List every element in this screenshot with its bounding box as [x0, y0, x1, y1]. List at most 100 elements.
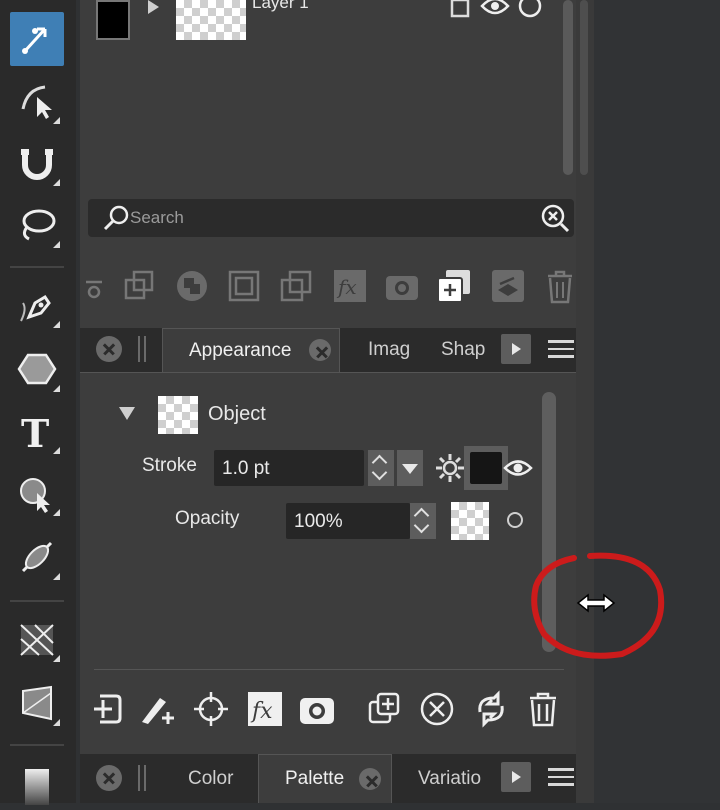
camera-icon: [300, 698, 334, 724]
layer-controls: [446, 0, 544, 20]
snapshot-button[interactable]: [296, 686, 338, 732]
search-input[interactable]: Search: [130, 208, 184, 228]
layer-actions: fx: [80, 262, 576, 312]
eye-icon[interactable]: [503, 455, 533, 481]
layer-name[interactable]: Layer 1: [252, 0, 309, 13]
stroke-width-stepper[interactable]: [368, 450, 394, 486]
opacity-stepper[interactable]: [410, 503, 436, 539]
add-attribute-button[interactable]: [88, 686, 130, 732]
layer-stack-button[interactable]: [488, 262, 528, 310]
delete-layer-button[interactable]: [540, 262, 580, 310]
close-panel-icon[interactable]: [96, 336, 122, 362]
resize-cursor-icon: [576, 593, 616, 613]
perspective-tool[interactable]: [10, 676, 64, 730]
tabs-overflow-button[interactable]: [501, 334, 531, 364]
duplicate-layer-button[interactable]: [120, 262, 160, 310]
panel-grip[interactable]: [138, 765, 146, 791]
stroke-width-value[interactable]: 1.0 pt: [222, 458, 270, 480]
layers-scrollbar[interactable]: [563, 0, 573, 175]
node-select-tool[interactable]: [10, 12, 64, 66]
close-tab-icon[interactable]: [309, 339, 331, 361]
refresh-icon: [478, 690, 504, 728]
layer-color-swatch[interactable]: [96, 0, 130, 40]
new-layer-icon: [437, 270, 470, 303]
tab-appearance[interactable]: Appearance: [162, 328, 340, 372]
duplicate-icon: [124, 270, 154, 300]
magnetic-tool[interactable]: [10, 136, 64, 190]
knife-tool[interactable]: [10, 530, 64, 584]
duplicate-item-button[interactable]: [364, 686, 406, 732]
tab-label: Shap: [441, 339, 486, 360]
group-icon: [228, 270, 260, 302]
fx-icon: fx: [334, 270, 366, 302]
tab-label: Variatio: [418, 767, 482, 789]
lasso-tool[interactable]: [10, 198, 64, 252]
lock-icon[interactable]: [446, 0, 474, 20]
polygon-tool[interactable]: [10, 342, 64, 396]
stroke-color-swatch[interactable]: [464, 446, 508, 490]
arrange-button[interactable]: [276, 262, 316, 310]
direct-select-tool[interactable]: [10, 74, 64, 128]
panel-edge[interactable]: [576, 0, 594, 803]
pen-tool[interactable]: [10, 278, 64, 332]
eye-icon[interactable]: [480, 0, 510, 20]
opacity-label: Opacity: [175, 508, 240, 529]
node-select-icon: [22, 27, 47, 54]
add-stroke-button[interactable]: [136, 686, 178, 732]
appearance-actions: fx: [80, 686, 576, 736]
camera-icon: [386, 276, 418, 300]
target-button[interactable]: [190, 686, 232, 732]
fx-button[interactable]: fx: [330, 262, 370, 310]
delete-button[interactable]: [522, 686, 564, 732]
stroke-dropdown-button[interactable]: [397, 450, 423, 486]
visibility-circle-icon[interactable]: [516, 0, 544, 20]
tab-color[interactable]: Color: [188, 754, 233, 803]
tab-variations[interactable]: Variatio: [418, 754, 481, 803]
new-layer-button[interactable]: [434, 262, 474, 310]
link-layer-button[interactable]: [82, 262, 106, 310]
refresh-button[interactable]: [470, 686, 512, 732]
layer-expand-icon[interactable]: [148, 0, 159, 14]
collapse-arrow-icon[interactable]: [119, 407, 135, 420]
tab-label: Palette: [285, 768, 345, 789]
clear-icon: [420, 692, 454, 726]
close-tab-icon[interactable]: [359, 768, 381, 790]
mesh-tool[interactable]: [10, 612, 64, 666]
divider: [94, 669, 564, 670]
tab-palette[interactable]: Palette: [258, 754, 392, 803]
layers-panel: [80, 0, 576, 803]
opacity-value[interactable]: 100%: [294, 511, 343, 533]
opacity-toggle[interactable]: [507, 512, 523, 528]
combine-icon: [177, 271, 207, 301]
group-button[interactable]: [224, 262, 264, 310]
gradient-tool[interactable]: [10, 756, 64, 810]
opacity-preview: [451, 502, 489, 540]
search-clear-icon[interactable]: [540, 203, 570, 233]
panel-menu-icon[interactable]: [548, 768, 574, 790]
text-tool[interactable]: T: [10, 404, 64, 458]
arrange-icon: [280, 270, 312, 302]
combine-button[interactable]: [172, 262, 212, 310]
tab-image[interactable]: Imag: [368, 328, 410, 372]
svg-text:fx: fx: [336, 275, 357, 299]
object-thumbnail: [158, 396, 198, 434]
canvas-area: [594, 0, 720, 803]
tab-shape[interactable]: Shap: [441, 328, 485, 372]
fx-button[interactable]: fx: [244, 686, 286, 732]
svg-text:fx: fx: [250, 699, 273, 724]
tabs-overflow-button[interactable]: [501, 762, 531, 792]
clear-button[interactable]: [416, 686, 458, 732]
close-panel-icon[interactable]: [96, 765, 122, 791]
panel-grip[interactable]: [138, 336, 146, 362]
tab-label: Imag: [368, 339, 411, 360]
snapshot-button[interactable]: [382, 262, 422, 310]
trash-icon: [530, 692, 556, 727]
gear-icon[interactable]: [434, 452, 466, 484]
shape-builder-tool[interactable]: [10, 466, 64, 520]
color-tabbar: Color Palette Variatio: [80, 754, 576, 803]
gradient-icon: [25, 769, 49, 805]
panel-menu-icon[interactable]: [548, 340, 574, 362]
layer-thumbnail[interactable]: [176, 0, 246, 40]
tab-label: Color: [188, 767, 234, 789]
add-attribute-icon: [94, 694, 122, 724]
